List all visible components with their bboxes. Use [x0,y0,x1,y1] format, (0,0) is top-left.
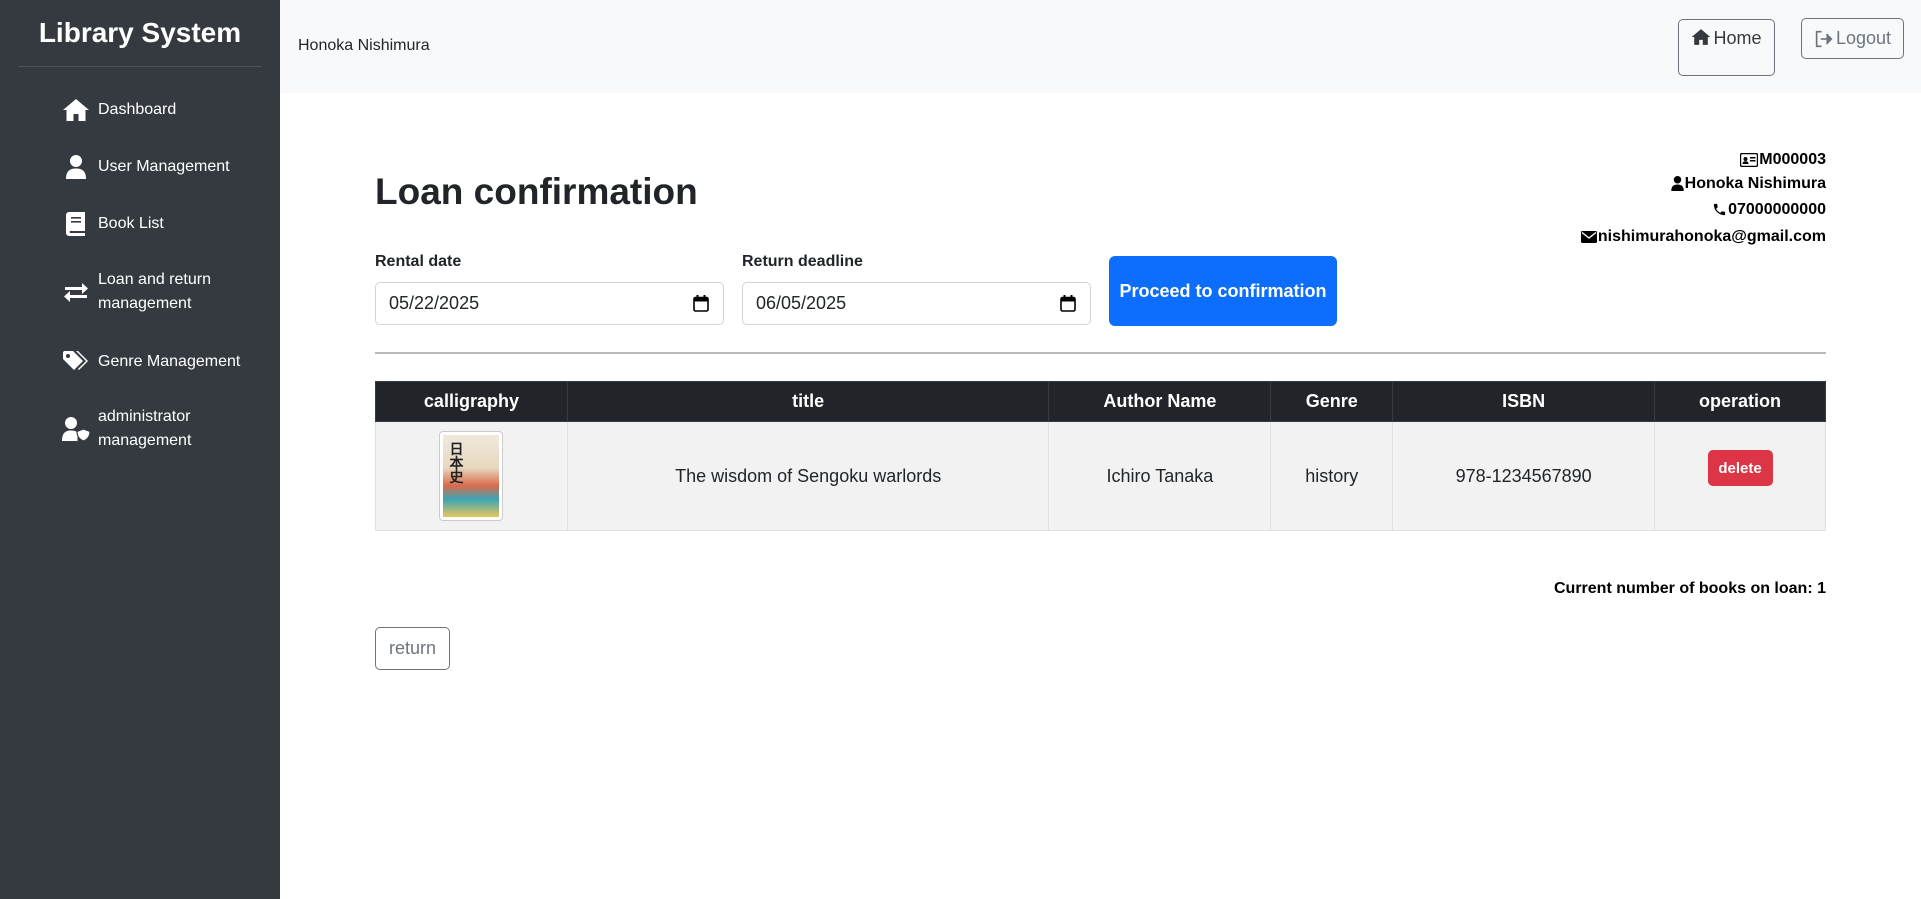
calendar-icon[interactable] [1060,295,1076,312]
sidebar-item-dashboard[interactable]: Dashboard [0,96,176,124]
loan-books-table: calligraphy title Author Name Genre ISBN… [375,381,1826,531]
sidebar-item-label: Book List [98,215,164,232]
cell-genre: history [1270,421,1394,531]
return-button[interactable]: return [375,627,450,670]
member-name: Honoka Nishimura [1581,172,1826,195]
page-title: Loan confirmation [375,171,698,212]
column-header-author-name: Author Name [1048,381,1272,422]
return-deadline-input[interactable]: 06/05/2025 [742,282,1091,325]
return-deadline-label: Return deadline [742,253,863,270]
home-icon [1692,29,1711,45]
member-info: M000003 Honoka Nishimura 07000000000 nis… [1580,149,1826,248]
cell-operation: delete [1654,421,1826,531]
sidebar-item-label: Loan and return management [98,271,211,312]
book-cover-image: 日本史 [439,431,504,521]
calendar-icon[interactable] [693,295,709,312]
sidebar-item-label: Genre Management [98,353,241,370]
logged-in-user: Honoka Nishimura [298,37,430,54]
sidebar-item-genre-management[interactable]: Genre Management [0,348,240,376]
column-header-genre: Genre [1270,381,1394,422]
main-content: Loan confirmation M000003 Honoka Nishimu… [280,93,1921,899]
user-icon [1670,176,1684,191]
brand-title: Library System [18,0,262,67]
loan-count-text: Current number of books on loan: 1 [1553,580,1826,597]
sidebar-item-loan-return[interactable]: Loan and return management [0,268,211,316]
sidebar-item-label: User Management [98,158,230,175]
id-card-icon [1740,153,1759,167]
envelope-icon [1580,230,1597,243]
rental-date-label: Rental date [375,253,462,270]
tags-icon [62,348,90,376]
sidebar-item-label: Dashboard [98,101,177,118]
phone-icon [1713,203,1726,216]
exchange-icon [62,278,90,306]
cell-author: Ichiro Tanaka [1048,421,1272,531]
book-icon [62,210,90,238]
table-header-row: calligraphy title Author Name Genre ISBN… [375,381,1826,422]
proceed-to-confirmation-button[interactable]: Proceed to confirmation [1109,256,1337,326]
home-button[interactable]: Home [1678,19,1775,76]
column-header-title: title [566,381,1050,422]
divider [375,352,1826,354]
sidebar-item-book-list[interactable]: Book List [0,210,164,238]
logout-button[interactable]: Logout [1801,18,1904,59]
top-bar: Honoka Nishimura Home Logout [280,0,1921,93]
sidebar-item-user-management[interactable]: User Management [0,153,230,181]
home-icon [62,96,90,124]
user-icon [62,153,90,181]
sidebar-item-administrator-management[interactable]: administrator management [0,405,191,453]
rental-date-input[interactable]: 05/22/2025 [375,282,724,325]
logout-icon [1815,30,1833,47]
cell-cover: 日本史 [375,421,568,531]
column-header-calligraphy: calligraphy [375,381,568,422]
user-shield-icon [62,415,90,443]
sidebar: Library System Dashboard User Management… [0,0,280,899]
sidebar-item-label: administrator management [98,408,192,449]
member-email: nishimurahonoka@gmail.com [1580,225,1826,248]
home-button-label: Home [1713,28,1762,48]
cell-isbn: 978-1234567890 [1392,421,1656,531]
column-header-isbn: ISBN [1392,381,1656,422]
logout-button-label: Logout [1835,28,1892,48]
table-row: 日本史 The wisdom of Sengoku warlords Ichir… [375,421,1826,531]
member-id: M000003 [1581,149,1826,171]
cell-title: The wisdom of Sengoku warlords [566,421,1050,531]
column-header-operation: operation [1654,381,1826,422]
member-phone: 07000000000 [1581,198,1826,221]
delete-button[interactable]: delete [1707,450,1773,486]
